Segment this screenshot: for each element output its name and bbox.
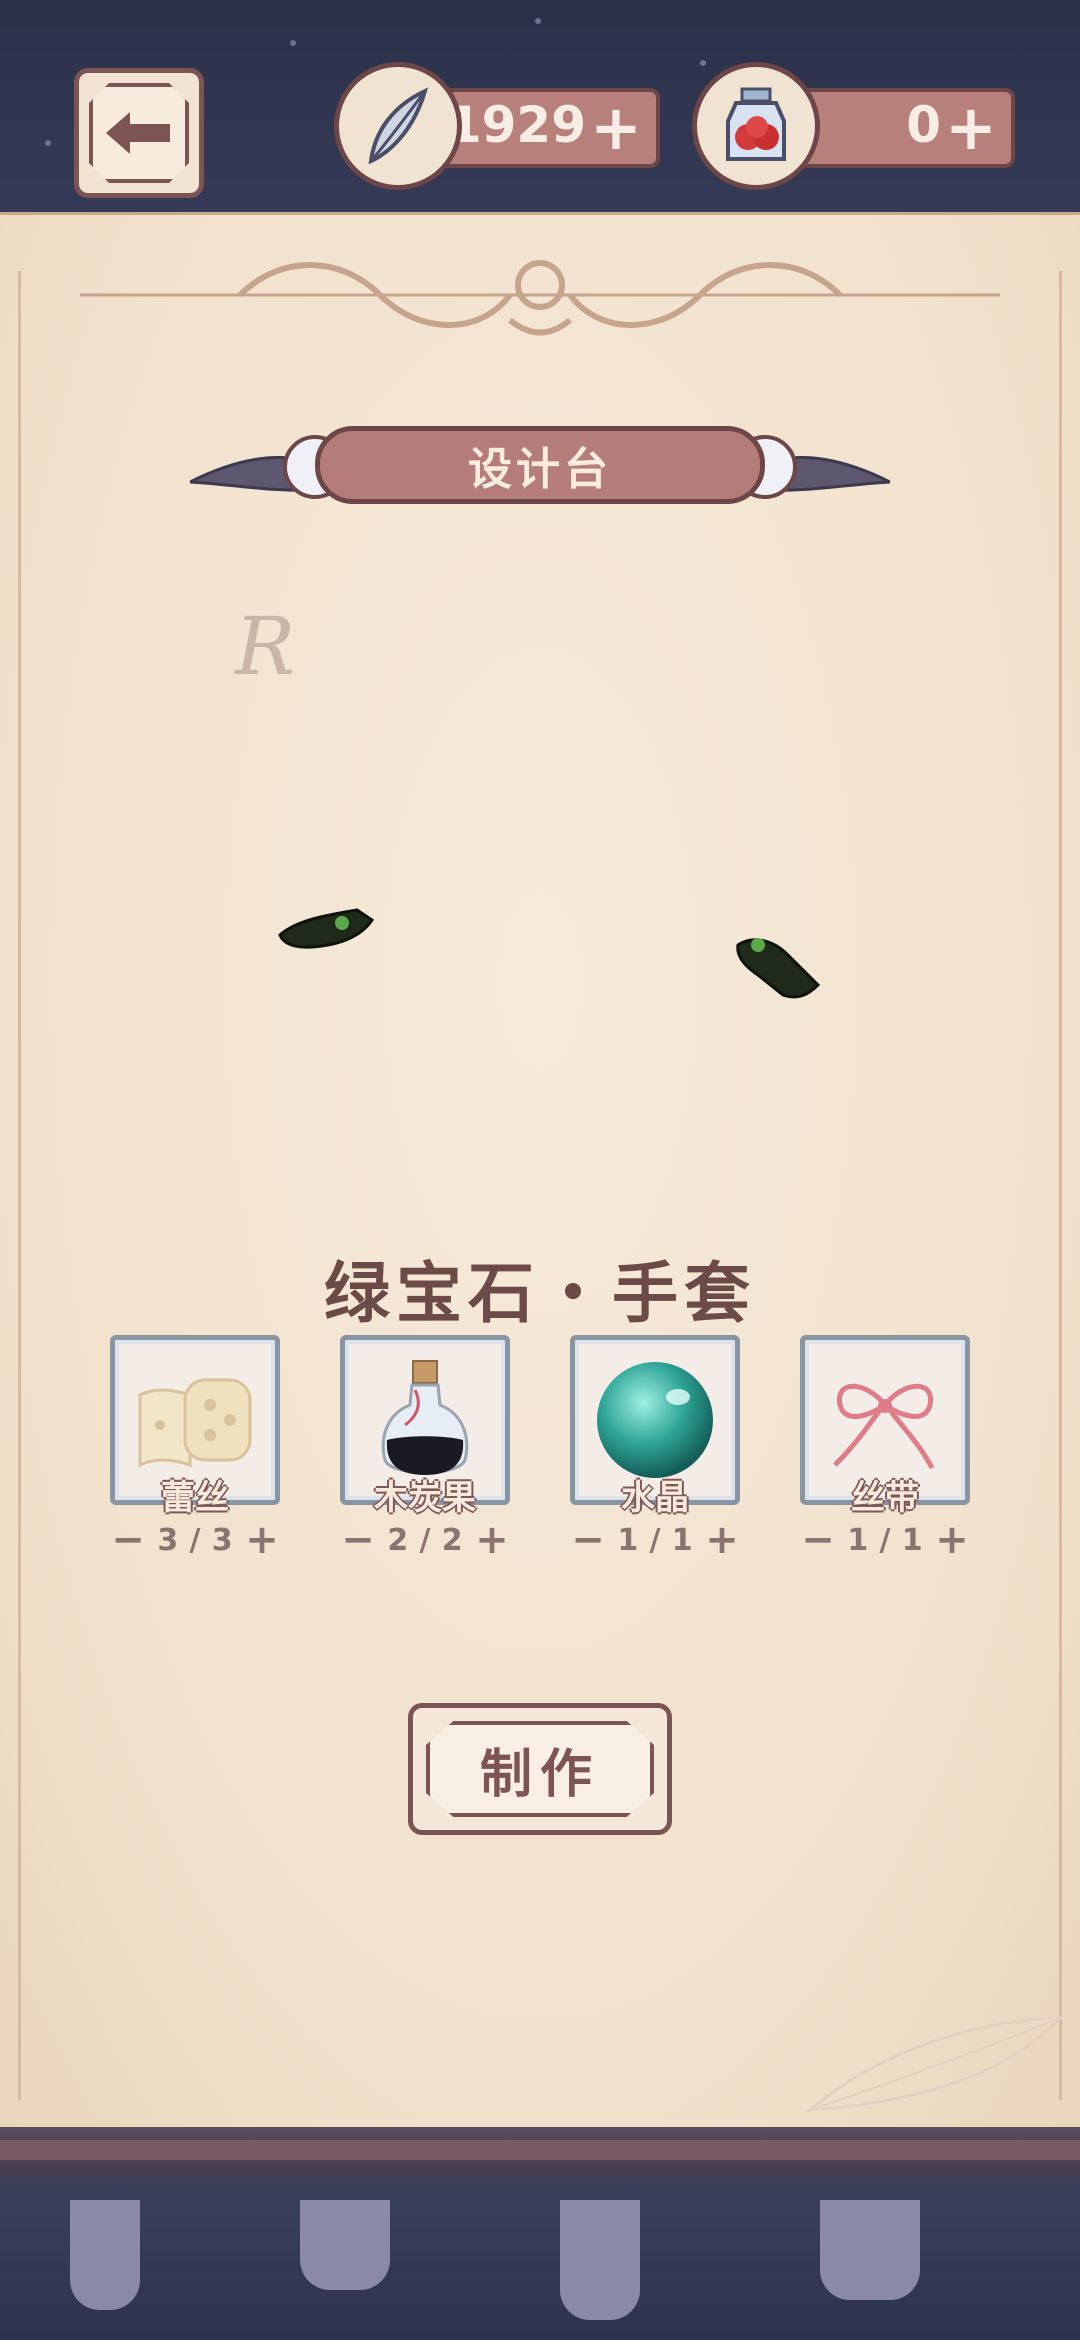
jar-currency-bar: 0 + xyxy=(790,88,1015,168)
cave-rock-decoration xyxy=(300,2200,390,2290)
quantity-stepper: − 1/1 + xyxy=(570,1517,740,1563)
star-decoration xyxy=(45,140,51,146)
star-decoration xyxy=(700,60,706,66)
have-count: 1 xyxy=(847,1522,869,1558)
potion-bottle-icon xyxy=(381,1360,469,1475)
decrease-button[interactable]: − xyxy=(340,1520,376,1560)
have-count: 1 xyxy=(617,1522,639,1558)
decrease-button[interactable]: − xyxy=(570,1520,606,1560)
need-count: 1 xyxy=(671,1522,693,1558)
berry-jar-icon xyxy=(726,87,786,161)
jar-currency-icon xyxy=(692,62,820,190)
star-decoration xyxy=(535,18,541,24)
top-bar: 1929 + 0 + xyxy=(0,0,1080,215)
add-quill-button[interactable]: + xyxy=(590,92,642,164)
page-title: 设计台 xyxy=(468,444,612,495)
material-slot-charcoal-fruit[interactable]: 木炭果 xyxy=(340,1335,510,1535)
material-slot-crystal[interactable]: 水晶 xyxy=(570,1335,740,1535)
ornament-top-icon xyxy=(80,260,1000,336)
quill-currency-icon xyxy=(334,62,462,190)
have-count: 3 xyxy=(157,1522,179,1558)
cave-rock-decoration xyxy=(70,2200,140,2310)
shelf-edge xyxy=(0,2140,1080,2160)
quill-count: 1929 xyxy=(446,96,586,154)
arrow-left-icon xyxy=(106,112,170,154)
title-plate: 设计台 xyxy=(315,426,765,504)
increase-button[interactable]: + xyxy=(244,1520,280,1560)
cave-rock-decoration xyxy=(820,2200,920,2300)
material-slot-lace[interactable]: 蕾丝 xyxy=(110,1335,280,1535)
star-decoration xyxy=(290,40,296,46)
material-name: 水晶 xyxy=(621,1478,689,1518)
craft-button-label: 制作 xyxy=(479,1744,600,1805)
have-count: 2 xyxy=(387,1522,409,1558)
quantity-stepper: − 3/3 + xyxy=(110,1517,280,1563)
material-slot-ribbon[interactable]: 丝带 xyxy=(800,1335,970,1535)
quantity-stepper: − 2/2 + xyxy=(340,1517,510,1563)
feather-icon xyxy=(368,87,429,165)
increase-button[interactable]: + xyxy=(934,1520,970,1560)
craft-button[interactable]: 制作 xyxy=(408,1703,672,1835)
lace-icon xyxy=(138,1378,252,1468)
material-name: 木炭果 xyxy=(374,1478,476,1518)
need-count: 3 xyxy=(211,1522,233,1558)
need-count: 1 xyxy=(901,1522,923,1558)
title-banner: 设计台 xyxy=(190,412,890,527)
decrease-button[interactable]: − xyxy=(800,1520,836,1560)
decrease-button[interactable]: − xyxy=(110,1520,146,1560)
increase-button[interactable]: + xyxy=(474,1520,510,1560)
need-count: 2 xyxy=(441,1522,463,1558)
add-jar-button[interactable]: + xyxy=(945,92,997,164)
feather-decoration-icon xyxy=(805,2016,1064,2112)
glove-left-icon xyxy=(278,908,375,949)
back-button[interactable] xyxy=(74,68,204,198)
glove-right-icon xyxy=(736,938,821,999)
item-name: 绿宝石・手套 xyxy=(324,1255,756,1332)
material-name: 蕾丝 xyxy=(161,1478,229,1518)
quantity-stepper: − 1/1 + xyxy=(800,1517,970,1563)
quill-currency-bar: 1929 + xyxy=(430,88,660,168)
increase-button[interactable]: + xyxy=(704,1520,740,1560)
crystal-orb-icon xyxy=(597,1362,713,1478)
jar-count: 0 xyxy=(906,96,941,154)
rune-mark: R xyxy=(235,600,296,693)
material-name: 丝带 xyxy=(851,1478,919,1518)
cave-rock-decoration xyxy=(560,2200,640,2320)
ribbon-bow-icon xyxy=(833,1383,935,1470)
